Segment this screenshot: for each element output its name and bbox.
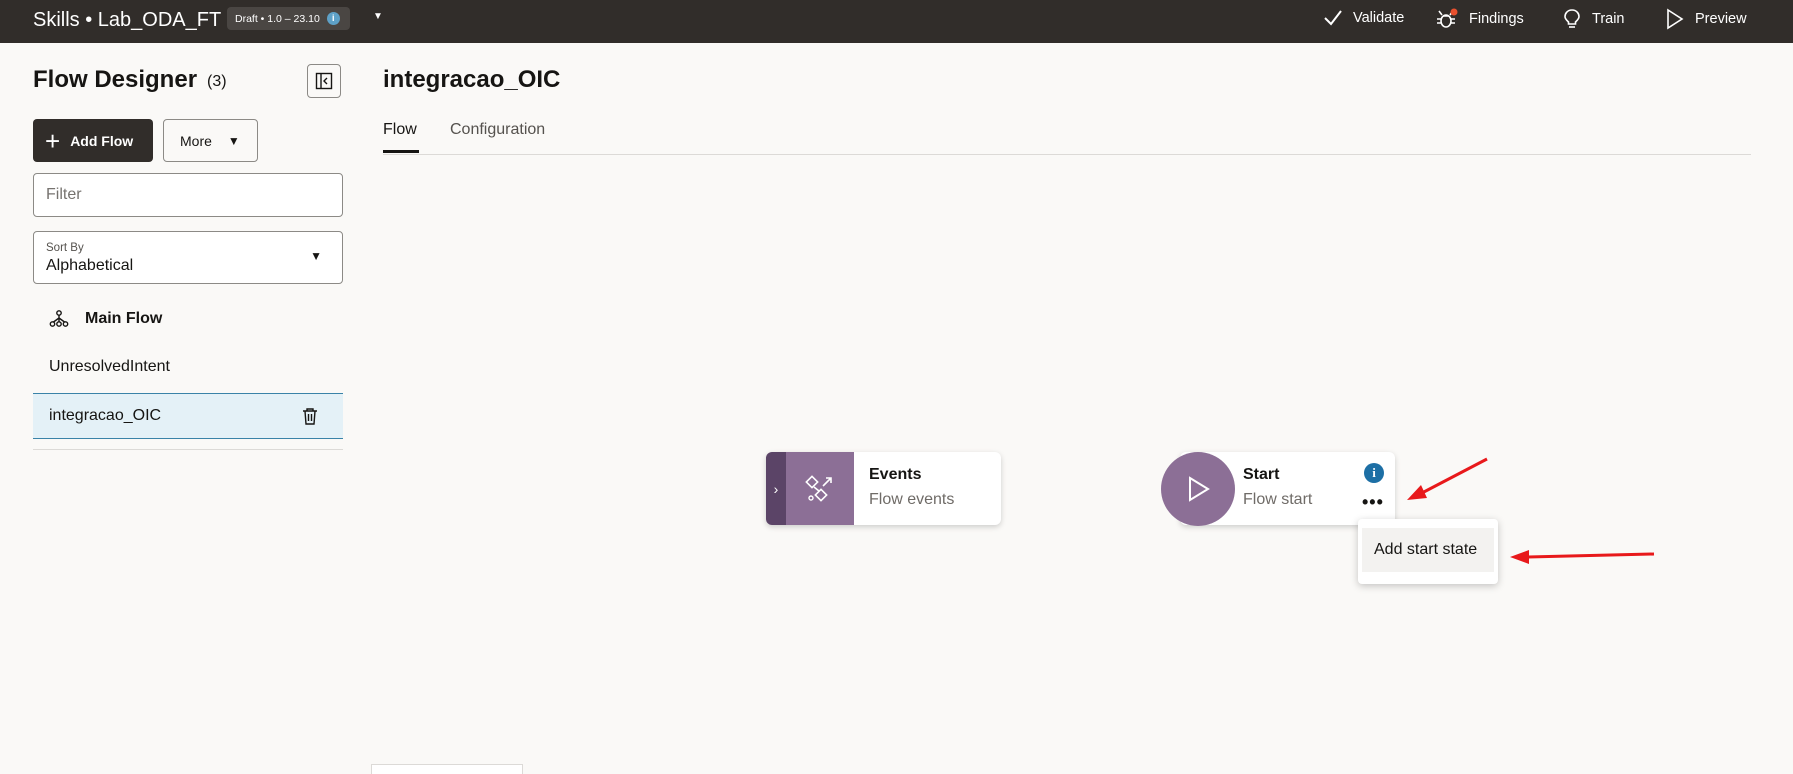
menu-item-add-start-state[interactable]: Add start state [1362,528,1494,572]
start-node-title: Start [1243,466,1280,483]
trash-icon[interactable] [301,407,319,426]
preview-button[interactable]: Preview [1665,8,1747,30]
train-button[interactable]: Train [1562,8,1625,30]
play-icon [1667,8,1684,30]
filter-input[interactable] [33,173,343,217]
flow-tree-icon [49,310,69,327]
collapse-panel-button[interactable] [307,64,341,98]
version-dropdown-icon[interactable]: ▼ [373,11,383,22]
events-node-title: Events [869,466,922,483]
events-node[interactable]: › Events Flow events [766,452,1001,525]
active-tab-indicator [383,150,419,153]
plus-icon: + [45,125,61,156]
sort-by-select[interactable]: Sort By Alphabetical ▼ [33,231,343,284]
tab-configuration[interactable]: Configuration [450,121,545,139]
tab-divider [383,154,1751,155]
start-node-circle[interactable] [1161,452,1235,526]
flow-item-main-flow[interactable]: Main Flow [33,296,343,342]
play-icon [1189,476,1210,502]
expand-handle[interactable]: › [766,452,786,525]
chevron-down-icon: ▼ [310,249,322,263]
flow-item-label: Main Flow [85,310,163,327]
collapse-panel-icon [315,72,333,90]
app-title[interactable]: Skills • Lab_ODA_FT [33,9,221,32]
lightbulb-icon [1564,9,1580,28]
findings-button[interactable]: Findings [1435,8,1524,30]
page-title: integracao_OIC [383,66,561,93]
version-badge-text: Draft • 1.0 – 23.10 [235,12,320,25]
info-icon[interactable]: i [326,12,340,25]
train-label: Train [1592,11,1625,27]
flow-designer-title: Flow Designer [33,66,198,93]
sort-by-value: Alphabetical [46,257,134,274]
more-label: More [180,132,212,149]
add-flow-label: Add Flow [70,132,134,149]
flow-item-integracao-oic[interactable]: integracao_OIC [33,393,343,439]
list-divider [33,449,343,450]
events-icon-area [786,452,854,525]
flow-item-unresolvedintent[interactable]: UnresolvedIntent [33,344,343,390]
events-icon [805,474,832,502]
flow-count: (3) [207,73,227,90]
start-node-subtitle: Flow start [1243,491,1313,508]
context-menu: Add start state [1358,519,1498,584]
check-icon [1324,10,1342,26]
annotation-arrow-dots [1407,457,1488,500]
tab-flow[interactable]: Flow [383,121,417,139]
top-bar: Skills • Lab_ODA_FT Draft • 1.0 – 23.10 … [0,0,1793,43]
info-icon[interactable]: i [1364,463,1384,483]
validate-label: Validate [1353,10,1405,26]
more-actions-icon[interactable]: ••• [1362,492,1384,513]
version-badge[interactable]: Draft • 1.0 – 23.10 i [227,7,350,30]
flow-item-label: integracao_OIC [49,407,162,424]
flow-item-label: UnresolvedIntent [49,358,170,375]
bug-icon [1437,8,1458,28]
findings-label: Findings [1469,11,1524,27]
more-button[interactable]: More ▼ [163,119,258,162]
preview-label: Preview [1695,11,1747,27]
chevron-down-icon: ▼ [227,133,240,148]
sort-by-label: Sort By [46,242,84,254]
add-flow-button[interactable]: + Add Flow [33,119,153,162]
annotation-arrow-menu [1510,550,1655,564]
validate-button[interactable]: Validate [1323,8,1404,28]
events-node-subtitle: Flow events [869,491,955,508]
